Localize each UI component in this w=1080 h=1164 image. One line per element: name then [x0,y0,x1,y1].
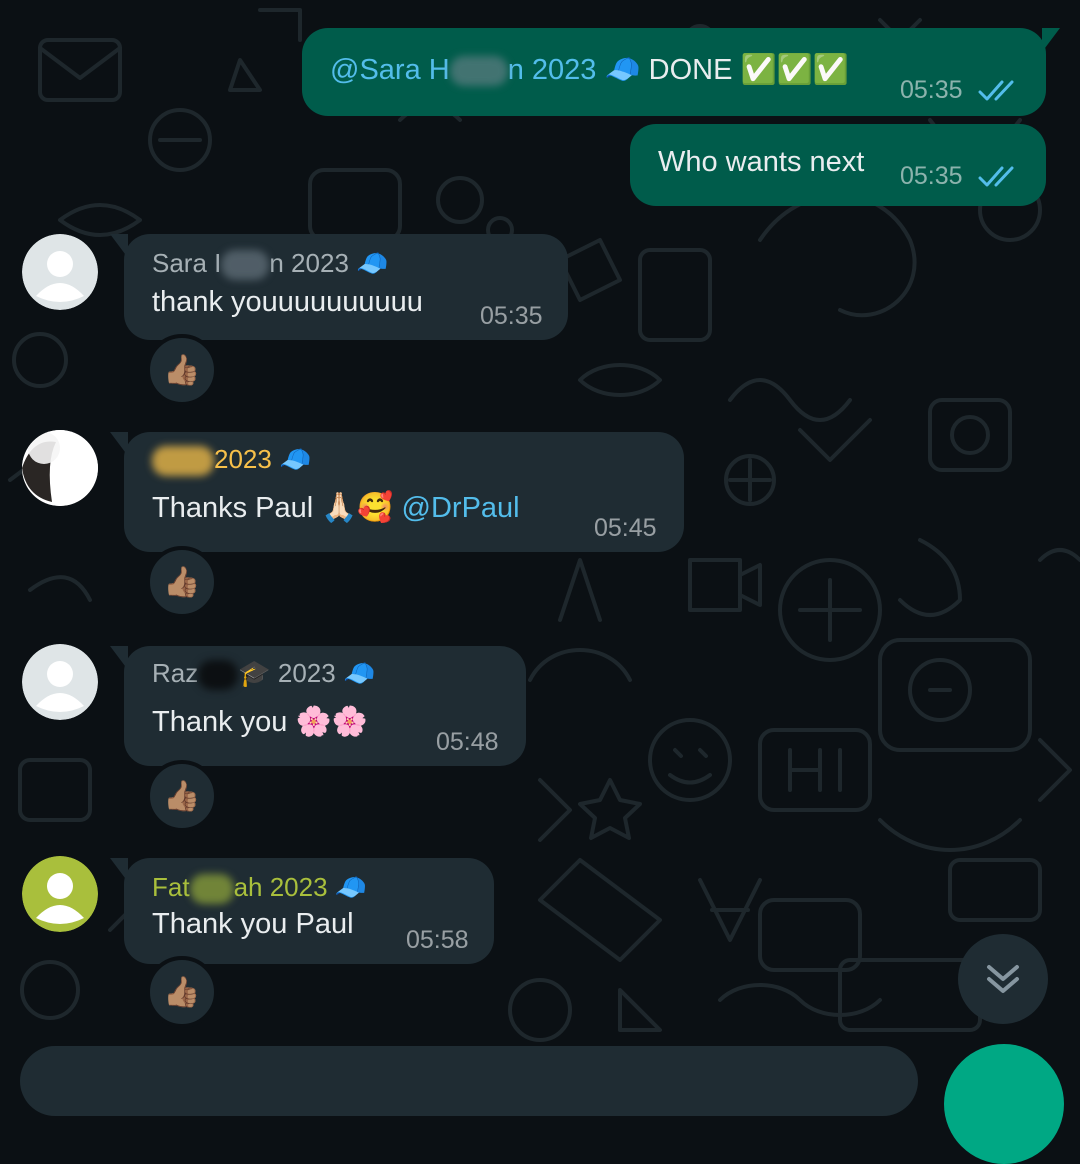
sender-name-part: Sara I [152,248,222,278]
incoming-message[interactable]: Sara I n 2023 🧢 thank youuuuuuuuuu 05:35 [110,234,568,340]
avatar[interactable] [22,856,98,932]
sender-name-part: 2023 [214,444,272,474]
bubble-tail [110,432,128,456]
bubble-tail [110,858,128,882]
message-text: Thanks Paul 🙏🏻🥰 @DrPaul [152,490,520,525]
person-silhouette-icon [22,234,98,310]
message-time: 05:35 [900,162,963,190]
scroll-to-bottom-button[interactable] [958,934,1048,1024]
message-emojis: 🙏🏻🥰 [321,490,394,524]
message-text: Thank you 🌸🌸 [152,704,368,739]
mention-link-tail[interactable]: n 2023 [508,54,597,86]
bubble-tail [110,646,128,670]
reaction-badge[interactable]: 👍🏽 [146,956,218,1028]
thumbs-up-emoji: 👍🏽 [163,564,201,600]
redaction-blur [189,874,234,905]
graduation-cap-emoji: 🎓 [238,659,271,689]
cap-emoji: 🧢 [356,249,389,279]
message-text: thank youuuuuuuuuu [152,286,423,318]
avatar[interactable] [22,430,98,506]
reaction-badge[interactable]: 👍🏽 [146,760,218,832]
message-text: Who wants next [658,146,865,178]
message-text: @Sara H n 2023 🧢 DONE ✅✅✅ [330,52,849,87]
avatar[interactable] [22,644,98,720]
incoming-message[interactable]: 2023 🧢 Thanks Paul 🙏🏻🥰 @DrPaul 05:45 [110,432,684,552]
double-check-icon [978,80,1014,101]
mention-link[interactable]: @DrPaul [402,492,520,524]
sender-name[interactable]: Sara I n 2023 🧢 [152,248,389,281]
bubble-tail [110,234,128,258]
sender-name-part: Fat [152,872,190,902]
outgoing-message[interactable]: @Sara H n 2023 🧢 DONE ✅✅✅ 05:35 [302,28,1060,116]
message-body: Thanks Paul [152,492,314,524]
redaction-blur [152,446,214,477]
message-body: DONE [648,54,733,86]
redaction-blur [449,56,508,87]
message-body: Thank you [152,706,288,738]
bubble-tail [1042,28,1060,52]
person-silhouette-icon [22,644,98,720]
avatar[interactable] [22,234,98,310]
sender-name[interactable]: Fat ah 2023 🧢 [152,872,368,905]
reaction-badge[interactable]: 👍🏽 [146,546,218,618]
mic-send-button[interactable] [944,1044,1064,1164]
sender-name-part: Raz [152,658,199,688]
redaction-blur [221,250,270,281]
thumbs-up-emoji: 👍🏽 [163,974,201,1010]
message-text: Thank you Paul [152,908,354,940]
message-emojis: 🌸🌸 [295,704,368,738]
message-input-bar[interactable] [20,1046,918,1116]
double-chevron-down-icon [987,965,1019,993]
thumbs-up-emoji: 👍🏽 [163,352,201,388]
message-time: 05:35 [480,302,543,330]
sender-name-part: ah 2023 [233,872,328,902]
reaction-badge[interactable]: 👍🏽 [146,334,218,406]
message-time: 05:35 [900,76,963,104]
message-time: 05:58 [406,926,469,954]
cap-emoji: 🧢 [334,873,368,903]
mention-link[interactable]: @Sara H [330,54,450,86]
incoming-message[interactable]: Raz 🎓 2023 🧢 Thank you 🌸🌸 05:48 [110,646,526,766]
message-time: 05:48 [436,728,499,756]
profile-photo [22,430,98,506]
sender-name-part: n 2023 [269,248,349,278]
sender-name-part: 2023 [277,658,336,688]
sender-name[interactable]: Raz 🎓 2023 🧢 [152,658,376,691]
incoming-message[interactable]: Fat ah 2023 🧢 Thank you Paul 05:58 [110,858,494,964]
double-check-icon [978,166,1014,187]
sender-name[interactable]: 2023 🧢 [152,444,312,477]
cap-emoji: 🧢 [279,445,312,475]
redaction-blur [198,660,239,691]
cap-emoji: 🧢 [604,52,641,86]
message-time: 05:45 [594,514,657,542]
check-emojis: ✅✅✅ [740,52,849,86]
thumbs-up-emoji: 👍🏽 [163,778,201,814]
cap-emoji: 🧢 [342,659,376,689]
outgoing-message[interactable]: Who wants next 05:35 [630,124,1046,206]
person-silhouette-icon [22,856,98,932]
